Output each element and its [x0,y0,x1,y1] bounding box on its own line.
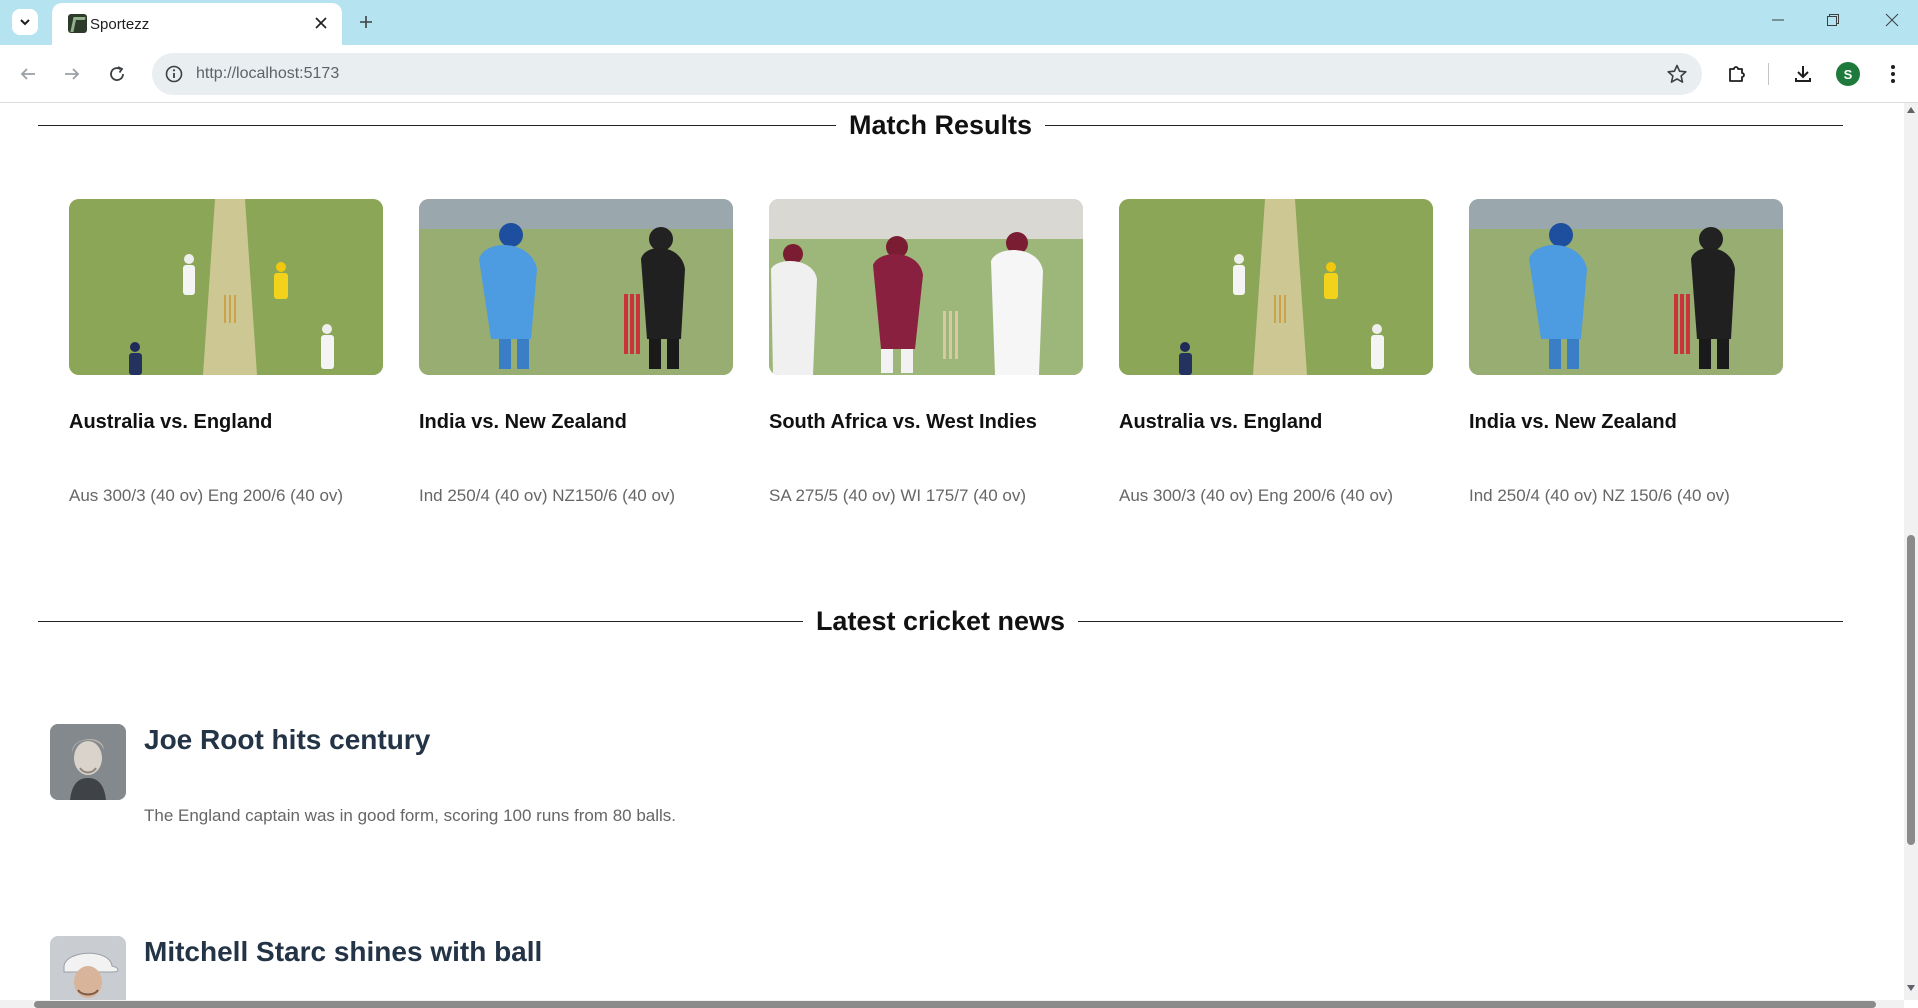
match-card[interactable]: India vs. New Zealand Ind 250/4 (40 ov) N… [419,199,733,505]
minimize-button[interactable] [1756,4,1800,36]
back-button[interactable] [13,59,43,89]
match-score: Ind 250/4 (40 ov) NZ150/6 (40 ov) [419,486,676,505]
match-image [1119,199,1433,375]
forward-button[interactable] [57,59,87,89]
player-portrait-image [50,724,126,800]
player-portrait-image [50,936,126,1000]
extensions-button[interactable] [1724,61,1750,87]
close-icon [315,17,327,29]
active-tab[interactable]: Sportezz [52,3,342,45]
match-results-heading: Match Results [848,110,1033,140]
sportezz-favicon-icon [68,14,87,33]
bookmark-star-icon[interactable] [1666,63,1688,85]
puzzle-icon [1729,66,1745,82]
vertical-scrollbar[interactable] [1904,103,1918,1000]
match-score: Ind 250/4 (40 ov) NZ 150/6 (40 ov) [1469,486,1730,505]
more-vertical-icon [1891,65,1895,83]
toolbar-separator [1768,63,1769,85]
downloads-button[interactable] [1790,61,1816,87]
match-title[interactable]: South Africa vs. West Indies [769,411,1037,434]
divider [38,125,836,126]
restore-icon [1827,14,1839,26]
tab-strip: Sportezz [0,0,1918,45]
divider [1078,621,1843,622]
match-score: Aus 300/3 (40 ov) Eng 200/6 (40 ov) [1119,486,1394,505]
arrow-left-icon [20,68,35,80]
match-score: Aus 300/3 (40 ov) Eng 200/6 (40 ov) [69,486,344,505]
match-image [1469,199,1783,375]
match-card[interactable]: South Africa vs. West Indies SA 275/5 (40… [769,199,1083,505]
page-viewport: Match Results Australia vs. England Aus 3… [0,103,1904,1000]
news-section-header: Latest cricket news [38,606,1843,637]
reload-button[interactable] [102,59,132,89]
news-summary: The England captain was in good form, sc… [144,806,677,825]
download-icon [1795,66,1811,82]
tab-close-button[interactable] [310,12,332,34]
match-card[interactable]: Australia vs. England Aus 300/3 (40 ov) E… [1119,199,1433,505]
match-title[interactable]: Australia vs. England [1119,411,1322,434]
match-card[interactable]: Australia vs. England Aus 300/3 (40 ov) E… [69,199,383,505]
close-window-button[interactable] [1870,4,1914,36]
info-icon[interactable] [164,64,184,84]
horizontal-scrollbar-thumb[interactable] [34,1001,1876,1008]
match-title[interactable]: India vs. New Zealand [419,411,627,434]
plus-icon [360,16,372,28]
arrow-right-icon [65,68,80,80]
match-card[interactable]: India vs. New Zealand Ind 250/4 (40 ov) N… [1469,199,1783,505]
match-title[interactable]: India vs. New Zealand [1469,411,1677,434]
close-icon [1885,13,1899,27]
match-image [769,199,1083,375]
chevron-down-icon [20,19,30,26]
tab-title: Sportezz [90,16,150,33]
scroll-down-arrow-icon[interactable] [1907,985,1915,991]
browser-menu-button[interactable] [1880,61,1906,87]
match-image [419,199,733,375]
reload-icon [110,66,124,81]
match-image [69,199,383,375]
scroll-up-arrow-icon[interactable] [1907,107,1915,113]
minimize-icon [1772,19,1784,21]
divider [38,621,803,622]
match-title[interactable]: Australia vs. England [69,411,272,434]
profile-avatar[interactable]: S [1836,62,1860,86]
horizontal-scrollbar[interactable] [0,1000,1904,1008]
restore-button[interactable] [1811,4,1855,36]
match-score: SA 275/5 (40 ov) WI 175/7 (40 ov) [769,486,1027,505]
match-results-section-header: Match Results [38,110,1844,141]
browser-toolbar: http://localhost:5173 S [0,45,1918,103]
news-title[interactable]: Joe Root hits century [144,724,430,756]
address-bar[interactable]: http://localhost:5173 [152,53,1702,95]
url-text[interactable]: http://localhost:5173 [196,65,339,83]
new-tab-button[interactable] [352,8,380,36]
vertical-scrollbar-thumb[interactable] [1907,535,1915,845]
news-heading: Latest cricket news [815,606,1066,636]
tab-search-button[interactable] [12,9,38,35]
news-title[interactable]: Mitchell Starc shines with ball [144,936,542,968]
divider [1045,125,1844,126]
